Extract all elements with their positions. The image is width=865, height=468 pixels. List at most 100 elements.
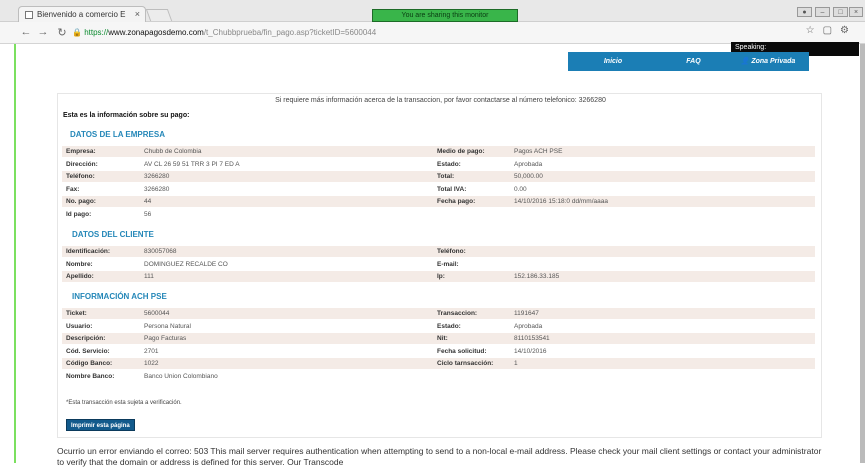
field-value: 1191647	[514, 310, 539, 317]
field-value: AV CL 26 59 51 TRR 3 PI 7 ED A	[144, 160, 240, 168]
field-label: Fecha solicitud:	[437, 347, 487, 355]
field-label: Ciclo tarnsacción:	[437, 360, 494, 367]
browser-tab[interactable]: Bienvenido a comercio E ×	[18, 6, 146, 22]
field-value: 830057068	[144, 248, 177, 255]
url-field[interactable]: 🔒 https://www.zonapagosdemo.com/t_Chubbp…	[72, 25, 802, 40]
table-row: Identificación: 830057068 Teléfono:	[62, 246, 815, 257]
field-value: Banco Union Colombiano	[144, 372, 218, 380]
payment-info-panel: Si requiere más información acerca de la…	[57, 93, 822, 438]
table-row: Ticket: 5600044 Transaccion: 1191647	[62, 308, 815, 319]
table-row: Código Banco: 1022 Ciclo tarnsacción: 1	[62, 358, 815, 369]
table-row: Dirección: AV CL 26 59 51 TRR 3 PI 7 ED A…	[62, 159, 815, 170]
field-label: Ticket:	[66, 310, 87, 317]
field-value: 44	[144, 198, 152, 205]
window-edge	[860, 44, 865, 463]
field-value: 2701	[144, 347, 159, 355]
minimize-icon[interactable]: –	[815, 7, 830, 17]
field-value: Aprobada	[514, 322, 543, 330]
field-value: 50,000.00	[514, 173, 543, 180]
close-icon[interactable]: ×	[135, 9, 140, 19]
forward-icon[interactable]: →	[37, 26, 49, 38]
field-value: 0.00	[514, 185, 527, 193]
field-value: 1022	[144, 360, 159, 367]
table-row: Nombre: DOMINGUEZ RECALDE CO E-mail:	[62, 259, 815, 270]
table-row: Teléfono: 3266280 Total: 50,000.00	[62, 171, 815, 182]
url-protocol: https://	[84, 28, 109, 37]
new-tab-button[interactable]	[145, 9, 173, 21]
field-value: Aprobada	[514, 160, 543, 168]
field-label: Ip:	[437, 273, 445, 280]
url-host: www.zonapagosdemo.com	[108, 28, 204, 37]
field-label: Empresa:	[66, 148, 96, 155]
field-label: Teléfono:	[437, 248, 466, 255]
field-value: Chubb de Colombia	[144, 148, 202, 155]
user-icon[interactable]: ●	[797, 7, 812, 17]
field-label: Total IVA:	[437, 185, 467, 193]
reload-icon[interactable]: ↻	[56, 26, 68, 39]
screen-share-banner: You are sharing this monitor	[372, 9, 518, 22]
table-row: No. pago: 44 Fecha pago: 14/10/2016 15:18:0…	[62, 196, 815, 207]
page-icon	[25, 11, 33, 19]
field-label: Identificación:	[66, 248, 111, 255]
browser-tabbar: Bienvenido a comercio E × You are sharin…	[0, 0, 865, 22]
field-label: Nombre:	[66, 260, 93, 268]
url-path: /t_Chubbprueba/fin_pago.asp?ticketID=560…	[203, 28, 377, 37]
field-label: Estado:	[437, 160, 461, 168]
email-error-message: Ocurrio un error enviando el correo: 503…	[57, 446, 822, 467]
field-label: Medio de pago:	[437, 148, 485, 155]
table-row: Id pago: 56	[62, 209, 815, 220]
table-row: Usuario: Persona Natural Estado: Aprobada	[62, 321, 815, 332]
field-value: 8110153541	[514, 335, 550, 342]
back-icon[interactable]: ←	[20, 26, 32, 38]
field-value: 152.186.33.185	[514, 273, 560, 280]
section-cliente-title: DATOS DEL CLIENTE	[72, 230, 154, 239]
verification-note: *Esta transacción esta sujeta a verifica…	[66, 400, 182, 406]
table-row: Cód. Servicio: 2701 Fecha solicitud: 14/10/…	[62, 346, 815, 357]
field-label: Id pago:	[66, 210, 92, 218]
user-icon: 👤	[740, 58, 752, 65]
field-label: Fax:	[66, 185, 80, 193]
field-value: 111	[144, 273, 154, 280]
field-value: 3266280	[144, 173, 170, 180]
field-label: Nit:	[437, 335, 448, 342]
bookmark-star-icon[interactable]: ☆▢⚙	[806, 25, 857, 36]
table-row: Nombre Banco: Banco Union Colombiano	[62, 371, 815, 382]
table-row: Apellido: 111 Ip: 152.186.33.185	[62, 271, 815, 282]
field-label: Código Banco:	[66, 360, 113, 367]
zona-privada-label: Zona Privada	[751, 58, 796, 65]
field-value: Pago Facturas	[144, 335, 187, 342]
section-empresa-title: DATOS DE LA EMPRESA	[70, 130, 165, 139]
site-navbar: Inicio FAQ 👤 Zona Privada	[0, 52, 865, 72]
field-value: 56	[144, 210, 152, 218]
close-window-icon[interactable]: ×	[849, 7, 863, 17]
field-label: Apellido:	[66, 273, 94, 280]
field-label: Dirección:	[66, 160, 98, 168]
field-label: E-mail:	[437, 260, 459, 268]
section-ach-title: INFORMACIÓN ACH PSE	[72, 292, 167, 301]
field-value: 14/10/2016	[514, 347, 547, 355]
field-value: 5600044	[144, 310, 170, 317]
nav-inicio-button[interactable]: Inicio	[568, 52, 658, 71]
table-row: Descripción: Pago Facturas Nit: 8110153541	[62, 333, 815, 344]
field-label: Descripción:	[66, 335, 106, 342]
field-label: Transaccion:	[437, 310, 478, 317]
address-bar-row: ← → ↻ 🔒 https://www.zonapagosdemo.com/t_…	[0, 22, 865, 44]
print-page-button[interactable]: Imprimir esta página	[66, 419, 135, 431]
field-label: Usuario:	[66, 322, 93, 330]
field-label: Cód. Servicio:	[66, 347, 110, 355]
nav-faq-button[interactable]: FAQ	[651, 52, 736, 71]
info-title: Esta es la información sobre su pago:	[63, 112, 190, 119]
table-row: Fax: 3266280 Total IVA: 0.00	[62, 184, 815, 195]
field-value: DOMINGUEZ RECALDE CO	[144, 260, 228, 268]
lock-icon: 🔒	[72, 28, 82, 37]
field-label: Estado:	[437, 322, 461, 330]
field-value: Persona Natural	[144, 322, 191, 330]
share-border	[14, 44, 16, 463]
contact-info-text: Si requiere más información acerca de la…	[275, 97, 606, 104]
field-value: 14/10/2016 15:18:0 dd/mm/aaaa	[514, 198, 608, 205]
field-label: Teléfono:	[66, 173, 95, 180]
maximize-icon[interactable]: □	[833, 7, 848, 17]
field-label: No. pago:	[66, 198, 96, 205]
nav-zona-privada-button[interactable]: 👤 Zona Privada	[727, 52, 809, 71]
field-label: Nombre Banco:	[66, 372, 115, 380]
